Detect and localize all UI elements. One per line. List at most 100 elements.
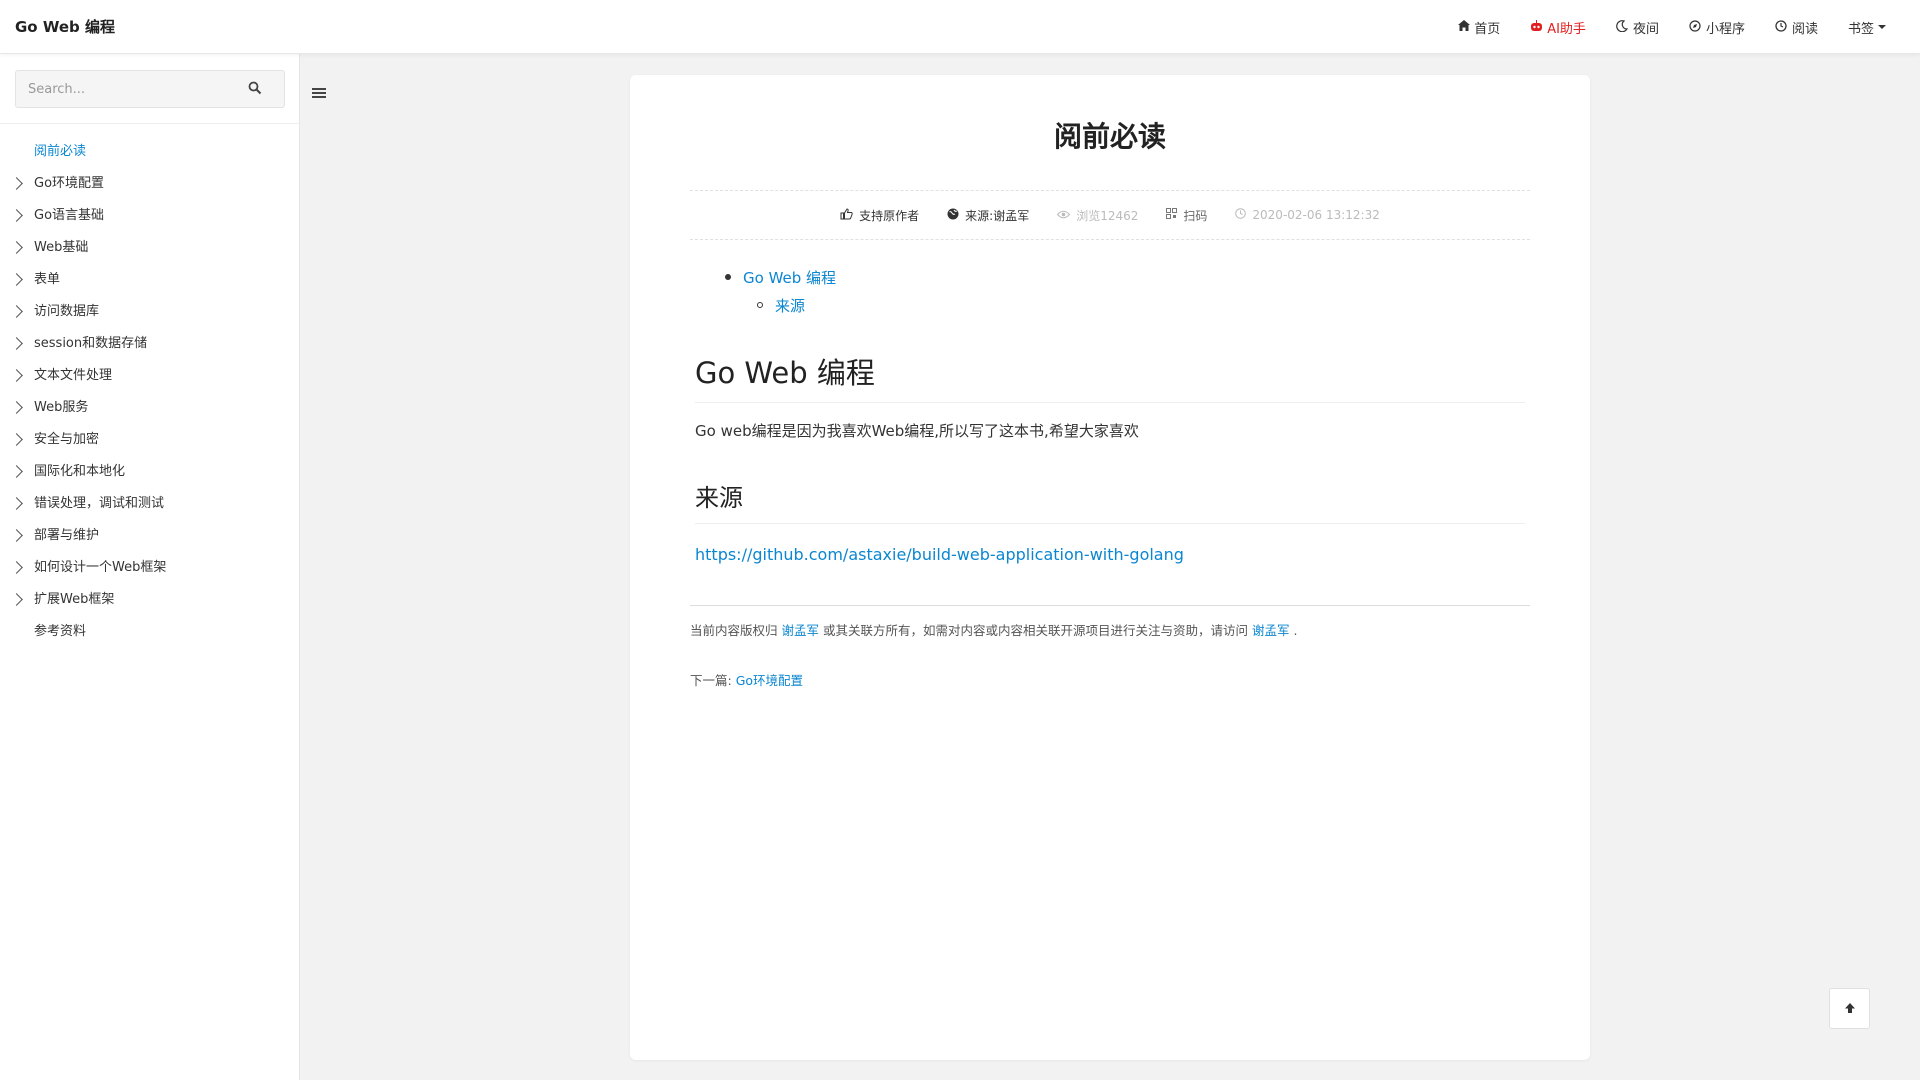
chevron-right-icon[interactable] [10,529,23,542]
heading-go-web: Go Web 编程 [695,350,1525,403]
sidebar-item-label: 如何设计一个Web框架 [34,560,167,575]
sidebar-item-security[interactable]: 安全与加密 [0,424,299,456]
copyright-notice: 当前内容版权归 谢孟军 或其关联方所有，如需对内容或内容相关联开源项目进行关注与… [690,605,1530,639]
clock-icon [1775,19,1788,35]
sidebar-item-go-basics[interactable]: Go语言基础 [0,200,299,232]
chevron-right-icon[interactable] [10,241,23,254]
nav-ai-assistant[interactable]: AI助手 [1530,18,1586,37]
sidebar-item-label: 阅前必读 [34,144,87,159]
sidebar-item-label: 扩展Web框架 [34,592,115,607]
chevron-right-icon[interactable] [10,305,23,318]
sidebar-toggle-icon[interactable] [312,88,326,100]
publish-date: 2020-02-06 13:12:32 [1235,208,1380,222]
chevron-right-icon[interactable] [10,593,23,606]
nav-mini-program[interactable]: 小程序 [1689,18,1745,37]
support-author-button[interactable]: 支持原作者 [840,207,919,224]
nav-bookmarks-label: 书签 [1847,21,1874,37]
toc-link-source[interactable]: 来源 [775,295,805,316]
qrcode-icon [1166,208,1178,222]
qr-scan-button[interactable]: 扫码 [1166,207,1207,224]
copyright-text: . [1293,623,1298,638]
clock-icon [1235,208,1247,222]
github-link[interactable]: https://github.com/astaxie/build-web-app… [695,545,1184,564]
thumbs-up-icon [840,207,853,223]
sidebar-item-go-environment[interactable]: Go环境配置 [0,168,299,200]
search-box [15,70,285,108]
sidebar: 阅前必读 Go环境配置 Go语言基础 Web基础 表单 访问数据库 sessio… [0,54,300,1080]
nav-night-mode[interactable]: 夜间 [1616,18,1659,37]
article-meta: 支持原作者 来源:谢孟军 浏览12462 扫码 2020-02-06 13:12… [690,190,1530,240]
robot-icon [1530,19,1543,35]
top-navbar: Go Web 编程 首页 AI助手 夜间 小程序 阅读 书签 [0,0,1920,54]
sidebar-item-error-handling[interactable]: 错误处理，调试和测试 [0,488,299,520]
sidebar-item-label: Go环境配置 [34,176,105,191]
sidebar-item-text-files[interactable]: 文本文件处理 [0,360,299,392]
source-link[interactable]: 来源:谢孟军 [947,207,1029,224]
chevron-right-icon[interactable] [10,465,23,478]
sidebar-item-forms[interactable]: 表单 [0,264,299,296]
chevron-right-icon[interactable] [10,273,23,286]
sidebar-item-deployment[interactable]: 部署与维护 [0,520,299,552]
caret-down-icon [1878,25,1886,29]
sidebar-item-label: Go语言基础 [34,208,105,223]
chevron-right-icon[interactable] [10,209,23,222]
chevron-right-icon[interactable] [10,337,23,350]
sidebar-item-preface[interactable]: 阅前必读 [0,136,299,168]
chevron-right-icon[interactable] [10,369,23,382]
publish-date-label: 2020-02-06 13:12:32 [1252,208,1380,222]
article-card: 阅前必读 支持原作者 来源:谢孟军 浏览12462 扫码 2020-02-06 … [630,75,1590,1060]
sidebar-item-framework-extend[interactable]: 扩展Web框架 [0,584,299,616]
sidebar-item-i18n[interactable]: 国际化和本地化 [0,456,299,488]
sidebar-divider [0,123,299,124]
sidebar-item-framework-design[interactable]: 如何设计一个Web框架 [0,552,299,584]
nav-menu: 首页 AI助手 夜间 小程序 阅读 书签 [1427,0,1886,54]
qr-scan-label: 扫码 [1183,208,1208,223]
sidebar-item-web-services[interactable]: Web服务 [0,392,299,424]
view-count: 浏览12462 [1057,207,1138,224]
sidebar-item-references[interactable]: 参考资料 [0,616,299,648]
toc-item: Go Web 编程 [725,263,836,291]
eye-icon [1057,208,1071,222]
sidebar-item-session[interactable]: session和数据存储 [0,328,299,360]
sidebar-item-label: Web服务 [34,400,89,415]
sidebar-item-label: 安全与加密 [34,432,100,447]
nav-home[interactable]: 首页 [1457,18,1500,37]
sidebar-item-label: Web基础 [34,240,89,255]
chevron-right-icon[interactable] [10,561,23,574]
search-input[interactable] [16,71,246,107]
sidebar-item-label: 错误处理，调试和测试 [34,496,165,511]
sidebar-item-label: 文本文件处理 [34,368,113,383]
compass-icon [1689,19,1702,35]
arrow-up-icon [1844,999,1856,1018]
nav-home-label: 首页 [1474,21,1501,37]
toc-link-go-web[interactable]: Go Web 编程 [743,267,836,288]
view-count-label: 浏览12462 [1076,208,1139,223]
chevron-right-icon[interactable] [10,433,23,446]
sidebar-item-label: 表单 [34,272,61,287]
sidebar-item-database[interactable]: 访问数据库 [0,296,299,328]
back-to-top-button[interactable] [1829,988,1870,1029]
owner-link-2[interactable]: 谢孟军 [1252,623,1290,638]
search-icon[interactable] [248,80,264,96]
sidebar-item-label: 部署与维护 [34,528,100,543]
nav-reading-label: 阅读 [1791,21,1818,37]
nav-bookmarks-dropdown[interactable]: 书签 [1848,18,1886,37]
copyright-text: 当前内容版权归 [690,623,778,638]
chevron-right-icon[interactable] [10,497,23,510]
next-article: 下一篇: Go环境配置 [690,670,803,689]
home-icon [1457,20,1470,34]
chevron-right-icon[interactable] [10,177,23,190]
nav-ai-label: AI助手 [1547,21,1586,37]
toc-subitem: 来源 [757,291,836,319]
site-brand[interactable]: Go Web 编程 [15,16,115,37]
nav-night-label: 夜间 [1632,21,1659,37]
support-author-label: 支持原作者 [859,208,920,223]
bullet [725,274,731,280]
nav-mini-program-label: 小程序 [1705,21,1745,37]
chevron-right-icon[interactable] [10,401,23,414]
sidebar-item-web-basics[interactable]: Web基础 [0,232,299,264]
nav-reading[interactable]: 阅读 [1775,18,1818,37]
article-toc: Go Web 编程 来源 [725,263,836,319]
owner-link[interactable]: 谢孟军 [782,623,820,638]
next-article-link[interactable]: Go环境配置 [736,673,803,688]
